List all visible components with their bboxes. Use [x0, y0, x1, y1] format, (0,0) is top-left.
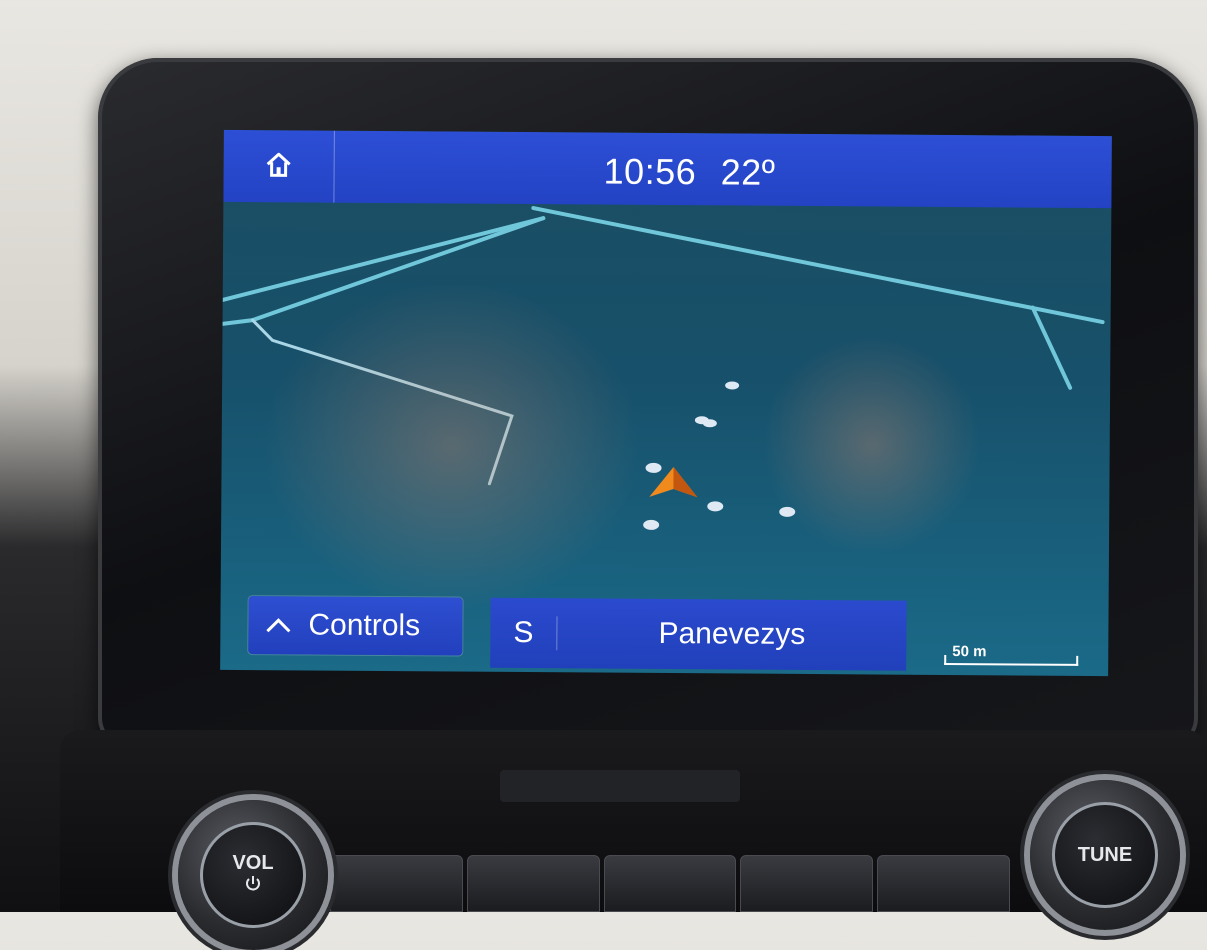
- map-road: [1030, 305, 1073, 390]
- tune-knob-label: TUNE: [1077, 843, 1133, 866]
- clock-time: 10:56: [603, 150, 697, 193]
- map-poi-dot: [645, 462, 662, 473]
- outside-temperature: 22º: [720, 151, 776, 193]
- status-bar: 10:56 22º: [223, 129, 1112, 209]
- map-road: [531, 206, 1105, 325]
- infotainment-screen: 10:56 22º Controls S Panevezys 50 m: [220, 129, 1112, 677]
- current-street: Panevezys: [658, 616, 806, 651]
- hardware-button-5[interactable]: [877, 855, 1010, 912]
- heading-direction: S: [490, 615, 558, 651]
- tune-knob[interactable]: TUNE: [1030, 780, 1180, 930]
- street-info-bar: S Panevezys: [490, 597, 907, 671]
- map-poi-dot: [702, 419, 717, 428]
- hardware-button-2[interactable]: [466, 855, 600, 912]
- map-road: [251, 318, 514, 486]
- hardware-button-3[interactable]: [603, 855, 737, 912]
- hardware-button-4[interactable]: [740, 855, 874, 912]
- map-road: [220, 216, 546, 302]
- hardware-button-1[interactable]: [330, 855, 463, 912]
- map-poi-dot: [725, 381, 740, 390]
- controls-button[interactable]: Controls: [248, 596, 463, 656]
- map-scale: 50 m: [944, 643, 1079, 666]
- power-icon: [244, 875, 262, 899]
- map-poi-dot: [643, 519, 660, 530]
- map-scale-bar: [944, 654, 1079, 666]
- map-poi-dot: [779, 506, 796, 517]
- clock-temperature: 10:56 22º: [603, 151, 775, 194]
- home-icon: [264, 149, 294, 184]
- volume-knob[interactable]: VOL: [178, 800, 328, 950]
- hardware-button-row: [330, 855, 1010, 912]
- volume-knob-label: VOL: [232, 851, 274, 874]
- home-button[interactable]: [223, 129, 335, 203]
- cd-slot: [500, 770, 740, 802]
- controls-label: Controls: [308, 608, 421, 643]
- map-poi-dot: [707, 501, 724, 512]
- chevron-up-icon: [248, 617, 308, 633]
